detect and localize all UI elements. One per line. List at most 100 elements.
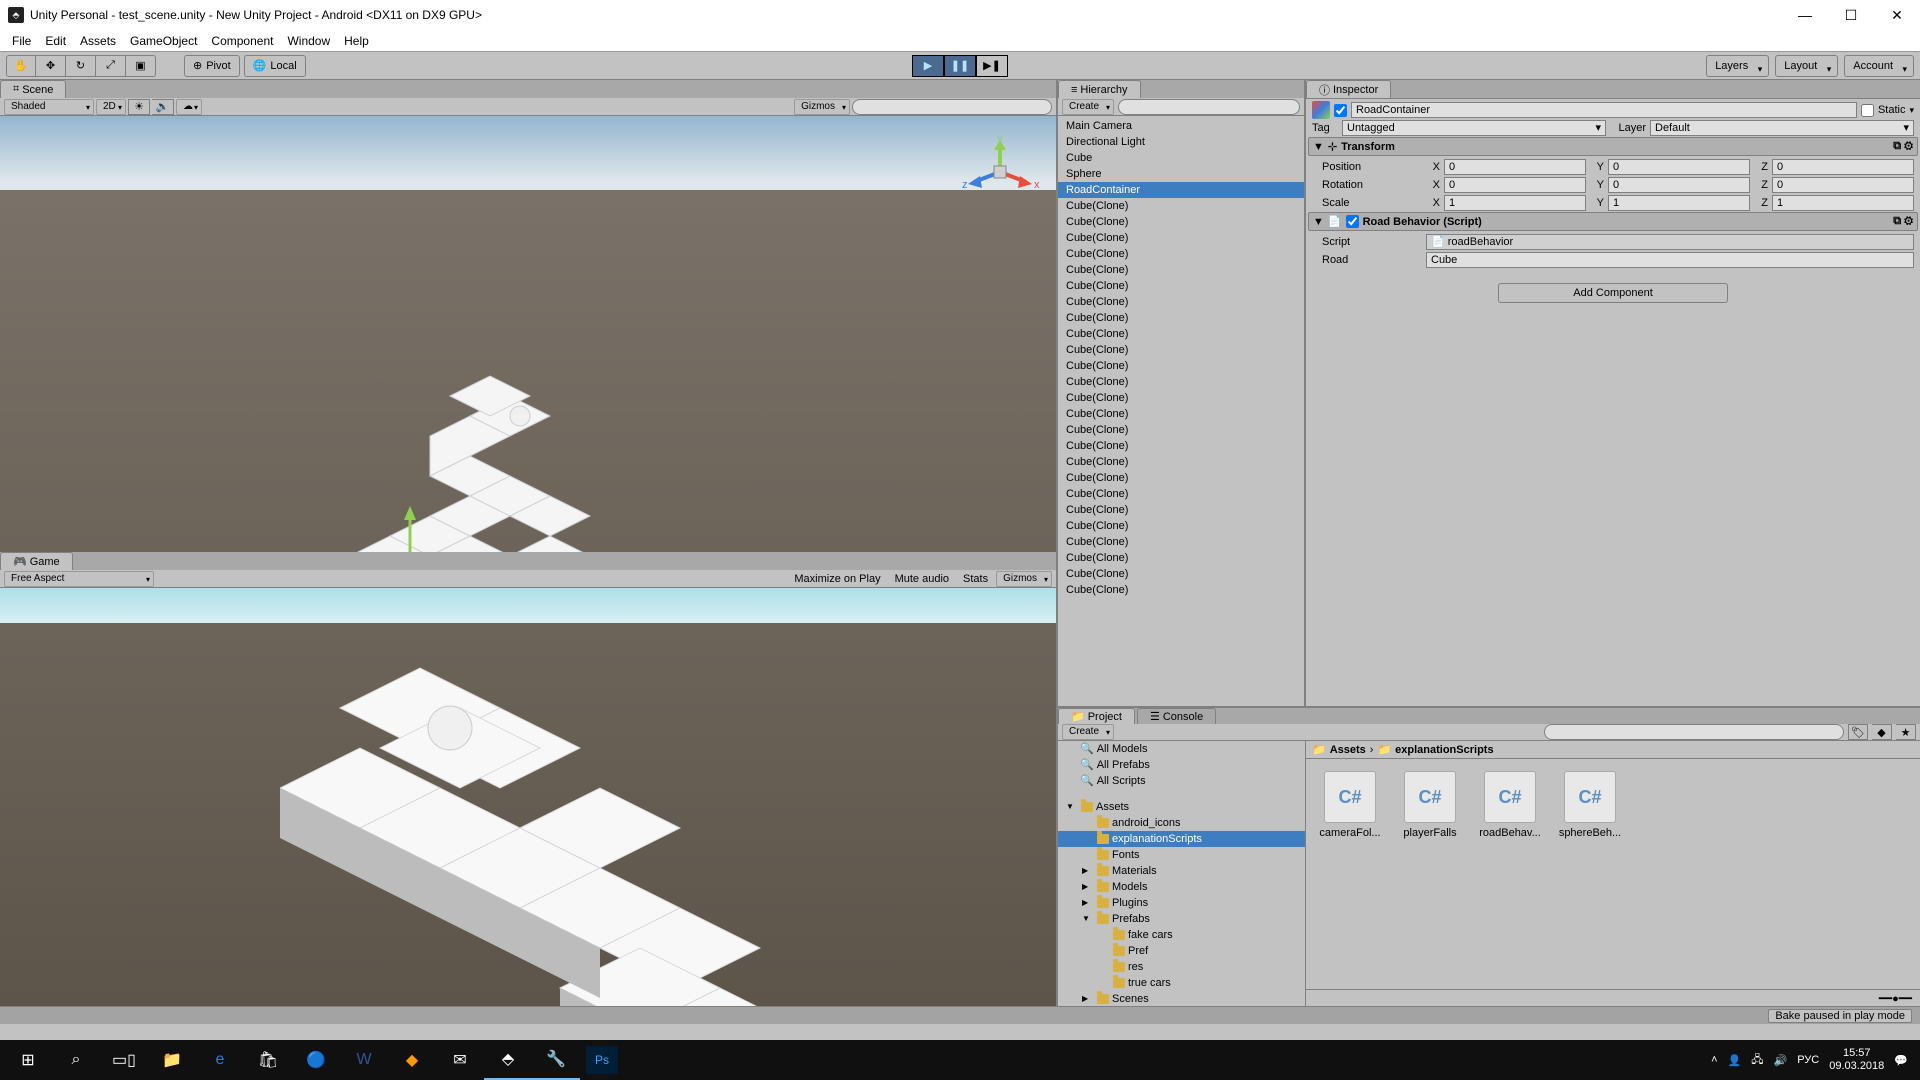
maximize-button[interactable]: ☐ <box>1828 0 1874 30</box>
stats-toggle[interactable]: Stats <box>957 573 994 585</box>
tray-people-icon[interactable]: 👤 <box>1728 1054 1742 1067</box>
task-view-icon[interactable]: ▭▯ <box>100 1040 148 1080</box>
project-tree-item[interactable]: ▶ Materials <box>1058 863 1305 879</box>
hierarchy-item[interactable]: Cube(Clone) <box>1058 550 1304 566</box>
project-create-dropdown[interactable]: Create <box>1062 724 1114 740</box>
tag-dropdown[interactable]: Untagged▾ <box>1342 120 1606 136</box>
local-toggle[interactable]: 🌐Local <box>244 55 306 77</box>
scale-tool-button[interactable]: ⤢ <box>96 55 126 77</box>
hierarchy-item[interactable]: Cube(Clone) <box>1058 198 1304 214</box>
menu-edit[interactable]: Edit <box>39 32 72 50</box>
project-tree-item[interactable]: fake cars <box>1058 927 1305 943</box>
game-view[interactable] <box>0 588 1056 1024</box>
hierarchy-item[interactable]: Cube(Clone) <box>1058 246 1304 262</box>
hierarchy-item[interactable]: Cube(Clone) <box>1058 310 1304 326</box>
gizmos-dropdown[interactable]: Gizmos <box>794 99 850 115</box>
menu-help[interactable]: Help <box>338 32 375 50</box>
project-tree-item[interactable]: ▼ Assets <box>1058 799 1305 815</box>
rotation-z[interactable]: 0 <box>1772 177 1914 193</box>
project-tree[interactable]: 🔍All Models 🔍All Prefabs 🔍All Scripts ▼ … <box>1058 741 1306 1007</box>
file-explorer-icon[interactable]: 📁 <box>148 1040 196 1080</box>
scene-view[interactable]: y x z <box>0 116 1056 552</box>
tray-language[interactable]: РУС <box>1797 1054 1819 1066</box>
hierarchy-item[interactable]: Cube(Clone) <box>1058 422 1304 438</box>
hierarchy-item[interactable]: Cube(Clone) <box>1058 326 1304 342</box>
scale-y[interactable]: 1 <box>1608 195 1750 211</box>
project-tree-item[interactable]: true cars <box>1058 975 1305 991</box>
hierarchy-item[interactable]: Main Camera <box>1058 118 1304 134</box>
static-checkbox[interactable] <box>1861 104 1874 117</box>
hierarchy-search[interactable] <box>1118 99 1300 115</box>
project-tree-item[interactable]: ▶ Plugins <box>1058 895 1305 911</box>
hierarchy-item[interactable]: Sphere <box>1058 166 1304 182</box>
scale-x[interactable]: 1 <box>1444 195 1586 211</box>
gameobject-name-field[interactable]: RoadContainer <box>1351 102 1857 118</box>
edge-icon[interactable]: e <box>196 1040 244 1080</box>
position-x[interactable]: 0 <box>1444 159 1586 175</box>
asset-item[interactable]: C#roadBehav... <box>1478 771 1542 839</box>
filter-star-icon[interactable]: ★ <box>1896 724 1916 740</box>
game-tab[interactable]: 🎮Game <box>0 552 73 570</box>
word-icon[interactable]: W <box>340 1040 388 1080</box>
move-tool-button[interactable]: ✥ <box>36 55 66 77</box>
tray-volume-icon[interactable]: 🔊 <box>1774 1054 1788 1067</box>
position-y[interactable]: 0 <box>1608 159 1750 175</box>
menu-gameobject[interactable]: GameObject <box>124 32 203 50</box>
hierarchy-item[interactable]: Cube(Clone) <box>1058 518 1304 534</box>
menu-component[interactable]: Component <box>205 32 279 50</box>
project-tree-item[interactable]: android_icons <box>1058 815 1305 831</box>
tray-notifications-icon[interactable]: 💬 <box>1894 1054 1908 1067</box>
mail-icon[interactable]: ✉ <box>436 1040 484 1080</box>
monodevelop-icon[interactable]: 🔧 <box>532 1040 580 1080</box>
menu-assets[interactable]: Assets <box>74 32 122 50</box>
hierarchy-item[interactable]: Cube(Clone) <box>1058 374 1304 390</box>
project-tree-item[interactable]: ▶ Models <box>1058 879 1305 895</box>
filter-type-icon[interactable]: ◆ <box>1872 724 1892 740</box>
project-tree-item[interactable]: Pref <box>1058 943 1305 959</box>
asset-grid[interactable]: C#cameraFol...C#playerFallsC#roadBehav..… <box>1306 759 1920 989</box>
scene-orientation-gizmo[interactable]: y x z <box>960 132 1040 212</box>
layout-dropdown[interactable]: Layout <box>1775 55 1838 77</box>
menu-window[interactable]: Window <box>281 32 336 50</box>
hierarchy-item[interactable]: Cube(Clone) <box>1058 342 1304 358</box>
hierarchy-item[interactable]: Cube(Clone) <box>1058 486 1304 502</box>
project-tab[interactable]: 📁Project <box>1058 708 1135 724</box>
hierarchy-item[interactable]: Cube(Clone) <box>1058 438 1304 454</box>
tray-clock[interactable]: 15:57 09.03.2018 <box>1829 1047 1884 1073</box>
sublime-icon[interactable]: ◆ <box>388 1040 436 1080</box>
minimize-button[interactable]: — <box>1782 0 1828 30</box>
hierarchy-item[interactable]: RoadContainer <box>1058 182 1304 198</box>
scene-tab[interactable]: ⌗Scene <box>0 80 66 98</box>
aspect-dropdown[interactable]: Free Aspect <box>4 571 154 587</box>
hierarchy-item[interactable]: Cube(Clone) <box>1058 582 1304 598</box>
hierarchy-item[interactable]: Cube(Clone) <box>1058 214 1304 230</box>
asset-item[interactable]: C#sphereBeh... <box>1558 771 1622 839</box>
hierarchy-item[interactable]: Cube(Clone) <box>1058 278 1304 294</box>
script-field[interactable]: 📄 roadBehavior <box>1426 234 1914 250</box>
position-z[interactable]: 0 <box>1772 159 1914 175</box>
hierarchy-item[interactable]: Cube(Clone) <box>1058 358 1304 374</box>
shading-mode-dropdown[interactable]: Shaded <box>4 99 94 115</box>
hierarchy-item[interactable]: Cube(Clone) <box>1058 390 1304 406</box>
scene-fx-dropdown[interactable]: ☁ <box>176 99 202 115</box>
hierarchy-item[interactable]: Cube(Clone) <box>1058 470 1304 486</box>
hierarchy-tab[interactable]: ≡Hierarchy <box>1058 80 1141 98</box>
hierarchy-item[interactable]: Cube(Clone) <box>1058 454 1304 470</box>
hierarchy-item[interactable]: Cube(Clone) <box>1058 502 1304 518</box>
photoshop-icon[interactable]: Ps <box>586 1046 618 1074</box>
project-tree-item[interactable]: ▼ Prefabs <box>1058 911 1305 927</box>
maximize-on-play-toggle[interactable]: Maximize on Play <box>788 573 886 585</box>
tray-caret-icon[interactable]: ˄ <box>1711 1054 1717 1066</box>
console-tab[interactable]: ☰Console <box>1137 708 1216 724</box>
project-search[interactable] <box>1544 724 1844 740</box>
layer-dropdown[interactable]: Default▾ <box>1650 120 1914 136</box>
hand-tool-button[interactable]: ✋ <box>6 55 36 77</box>
pause-button[interactable]: ❚❚ <box>944 55 976 77</box>
project-tree-item[interactable]: ▶ Scenes <box>1058 991 1305 1007</box>
hierarchy-create-dropdown[interactable]: Create <box>1062 99 1114 115</box>
hierarchy-item[interactable]: Cube(Clone) <box>1058 262 1304 278</box>
mute-audio-toggle[interactable]: Mute audio <box>889 573 955 585</box>
project-tree-item[interactable]: res <box>1058 959 1305 975</box>
search-icon[interactable]: ⌕ <box>52 1040 100 1080</box>
rotation-x[interactable]: 0 <box>1444 177 1586 193</box>
